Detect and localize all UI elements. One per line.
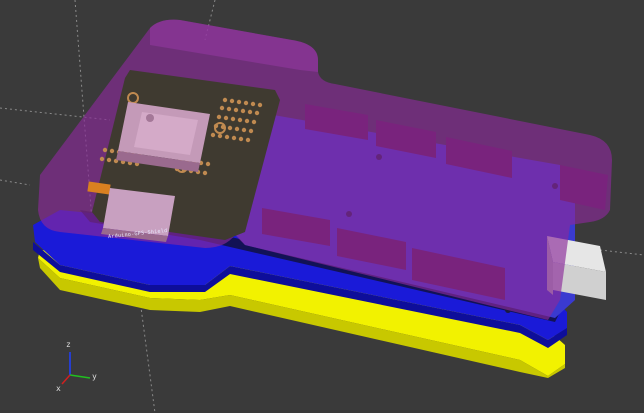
- axis-label-z: z: [66, 340, 71, 349]
- model-render[interactable]: [0, 0, 644, 413]
- axes-gizmo-icon: [61, 352, 91, 385]
- gps-module: [116, 102, 210, 172]
- axis-label-x: x: [56, 384, 61, 393]
- 3d-viewport[interactable]: Arduino-GPS-Shield z y x: [0, 0, 644, 413]
- axis-label-y: y: [92, 372, 97, 381]
